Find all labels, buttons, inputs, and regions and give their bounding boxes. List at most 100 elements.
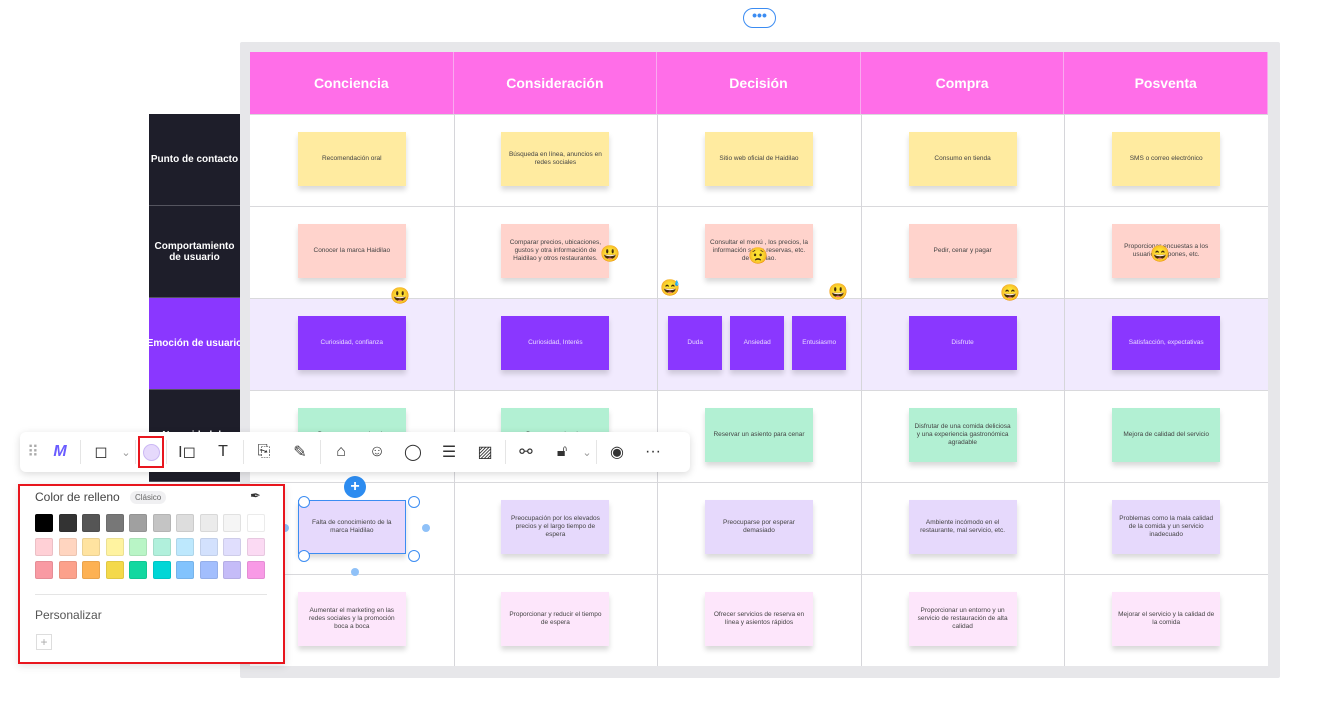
note-icon[interactable]: ☰ — [431, 432, 467, 472]
emoji-sweat-icon: 😅 — [660, 280, 680, 297]
color-swatch[interactable] — [176, 561, 194, 579]
comment-icon[interactable]: ◯ — [395, 432, 431, 472]
resize-handle[interactable] — [408, 496, 420, 508]
sticky-note[interactable]: Curiosidad, Interés — [501, 316, 610, 370]
more-icon[interactable]: ··· — [635, 432, 671, 472]
sticky-note[interactable]: Ambiente incómodo en el restaurante, mal… — [908, 500, 1017, 554]
color-swatch[interactable] — [199, 514, 218, 532]
color-swatch[interactable] — [35, 514, 53, 532]
sticky-note[interactable]: Comparar precios, ubicaciones, gustos y … — [501, 224, 610, 278]
sticky-note[interactable]: Disfrute — [908, 316, 1017, 370]
color-swatch[interactable] — [199, 537, 218, 556]
add-custom-color-button[interactable]: + — [36, 634, 52, 650]
sticky-note[interactable]: SMS o correo electrónico — [1112, 132, 1221, 186]
color-swatch[interactable] — [246, 514, 265, 532]
color-swatch[interactable] — [35, 561, 53, 579]
sticky-note[interactable]: Consumo en tienda — [908, 132, 1017, 186]
color-swatch[interactable] — [105, 537, 124, 556]
sticky-note[interactable]: Recomendación oral — [297, 132, 406, 186]
color-swatch[interactable] — [105, 561, 124, 579]
sticky-note[interactable]: Preocuparse por esperar demasiado — [705, 500, 813, 554]
sticky-note[interactable]: Ofrecer servicios de reserva en línea y … — [705, 592, 813, 646]
color-swatch[interactable] — [152, 537, 171, 556]
column-divider — [1064, 114, 1066, 666]
sticky-note[interactable]: Aumentar el marketing en las redes socia… — [297, 592, 406, 646]
sticky-note[interactable]: Preocupación por los elevados precios y … — [501, 500, 610, 554]
sticky-note[interactable]: Reservar un asiento para cenar — [705, 408, 813, 462]
text-icon[interactable]: T — [205, 432, 241, 472]
color-swatch[interactable] — [82, 514, 100, 532]
sticky-note[interactable]: Problemas como la mala calidad de la com… — [1112, 500, 1221, 554]
sticky-note[interactable]: Satisfacción, expectativas — [1112, 316, 1221, 370]
sticky-note[interactable]: Falta de conocimiento de la marca Haidil… — [297, 500, 406, 554]
sticky-note-icon[interactable]: ◻ — [83, 432, 119, 472]
color-swatch[interactable] — [176, 537, 194, 556]
column-divider — [453, 114, 455, 666]
color-swatch[interactable] — [82, 537, 100, 556]
sticky-note[interactable]: Búsqueda en línea, anuncios en redes soc… — [501, 132, 610, 186]
color-swatch[interactable] — [58, 514, 77, 532]
color-swatch[interactable] — [105, 514, 124, 532]
emoji-grin-icon: 😄 — [1000, 285, 1020, 302]
color-swatch[interactable] — [223, 561, 241, 579]
color-swatch[interactable] — [129, 537, 147, 556]
toolbar-divider — [505, 440, 506, 464]
sticky-note[interactable]: Ansiedad — [730, 316, 785, 370]
resize-handle[interactable] — [298, 496, 310, 508]
tag-icon[interactable]: ⌂ — [323, 432, 359, 472]
sticky-note[interactable]: Proporcionar y reducir el tiempo de espe… — [501, 592, 610, 646]
color-swatch[interactable] — [246, 537, 265, 556]
logo-icon[interactable]: M — [42, 432, 78, 472]
connector-icon[interactable]: ⚯ — [508, 432, 544, 472]
pen-icon[interactable]: ✎ — [282, 432, 318, 472]
sticky-note[interactable]: Duda — [668, 316, 723, 370]
fill-color-icon[interactable] — [138, 432, 164, 472]
resize-handle[interactable] — [298, 550, 310, 562]
row-header: Emoción de usuario — [149, 298, 240, 390]
color-swatch[interactable] — [58, 537, 77, 556]
toolbar-divider — [135, 440, 136, 464]
palette-mode-badge[interactable]: Clásico — [130, 491, 167, 504]
color-swatch[interactable] — [199, 561, 218, 579]
color-swatch[interactable] — [176, 514, 194, 532]
sticky-note[interactable]: Entusiasmo — [792, 316, 847, 370]
connector-handle[interactable] — [351, 568, 359, 576]
sticky-note[interactable]: Curiosidad, confianza — [297, 316, 406, 370]
color-swatch[interactable] — [246, 561, 265, 579]
color-swatch[interactable] — [223, 514, 241, 532]
visibility-icon[interactable]: ◉ — [599, 432, 635, 472]
color-swatch[interactable] — [58, 561, 77, 579]
image-icon[interactable]: ▨ — [467, 432, 503, 472]
drag-handle-icon[interactable]: ⠿ — [24, 432, 42, 472]
customize-label: Personalizar — [35, 608, 102, 622]
divider — [35, 594, 267, 595]
color-swatch[interactable] — [152, 561, 171, 579]
sticky-note[interactable]: Mejorar el servicio y la calidad de la c… — [1112, 592, 1221, 646]
color-swatch[interactable] — [35, 537, 53, 556]
connector-handle[interactable] — [422, 524, 430, 532]
emoji-smile-icon: 😃 — [828, 284, 848, 301]
emoji-add-icon[interactable]: ☺ — [359, 432, 395, 472]
lock-icon[interactable]: 🔓︎ — [544, 432, 580, 472]
color-swatch[interactable] — [223, 537, 241, 556]
sticky-note[interactable]: Pedir, cenar y pagar — [908, 224, 1017, 278]
format-painter-icon[interactable]: ⎘ — [246, 432, 282, 472]
color-swatch[interactable] — [129, 514, 147, 532]
more-options-button[interactable]: ••• — [743, 8, 776, 28]
eyedropper-icon[interactable]: ✒ — [250, 488, 261, 504]
sticky-note[interactable]: Conocer la marca Haidilao — [297, 224, 406, 278]
sticky-note[interactable]: Proporcionar un entorno y un servicio de… — [908, 592, 1017, 646]
color-swatch[interactable] — [152, 514, 171, 532]
sticky-note[interactable]: Disfrutar de una comida deliciosa y una … — [908, 408, 1017, 462]
size-icon[interactable]: I◻ — [169, 432, 205, 472]
sticky-note[interactable]: Sitio web oficial de Haidilao — [705, 132, 813, 186]
color-swatch[interactable] — [129, 561, 147, 579]
chevron-down-icon[interactable]: ⌄ — [119, 432, 133, 472]
toolbar-divider — [166, 440, 167, 464]
resize-handle[interactable] — [408, 550, 420, 562]
add-sticky-button[interactable]: + — [344, 476, 366, 498]
sticky-note[interactable]: Mejora de calidad del servicio — [1112, 408, 1221, 462]
chevron-down-icon[interactable]: ⌄ — [580, 432, 594, 472]
journey-map-table: Conciencia Consideración Decisión Compra Pos… — [250, 52, 1268, 666]
color-swatch[interactable] — [82, 561, 100, 579]
